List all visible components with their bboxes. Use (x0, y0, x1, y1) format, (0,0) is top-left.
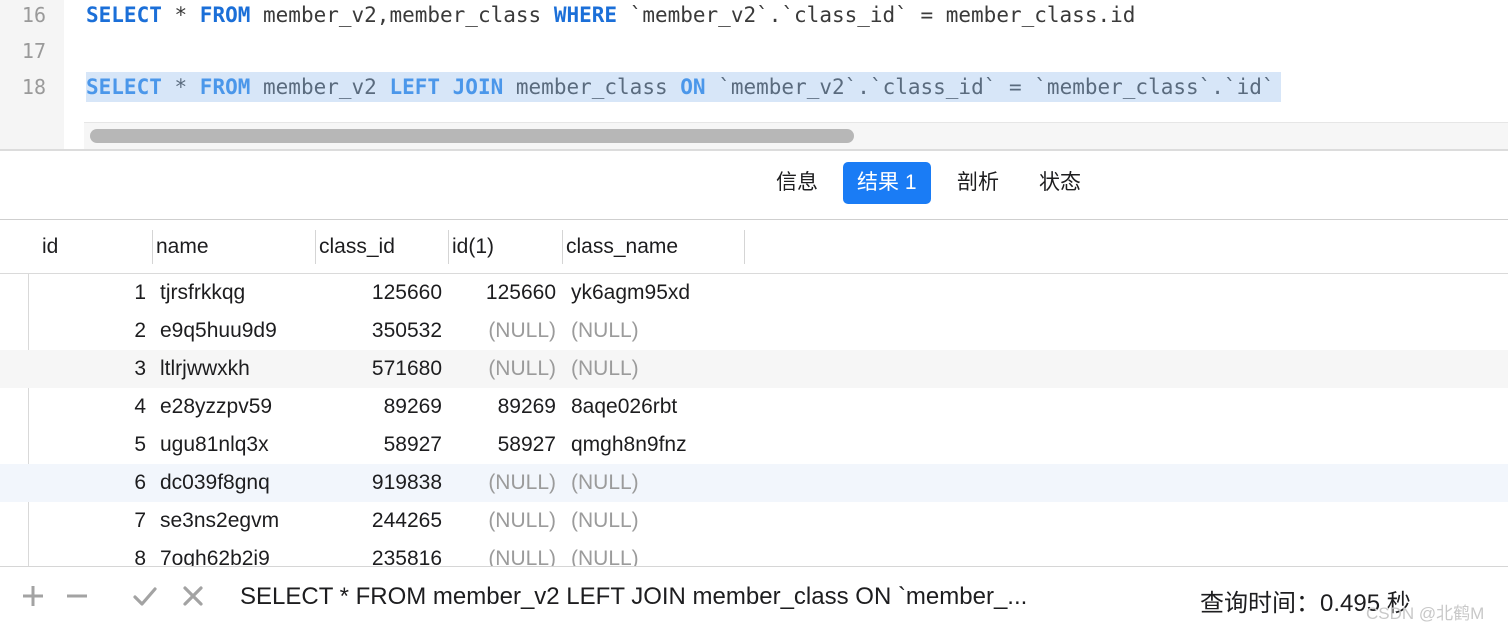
code-line[interactable]: 16 SELECT * FROM member_v2,member_class W… (0, 0, 1508, 36)
cell-id[interactable]: 1 (30, 274, 146, 312)
cell-class-name[interactable]: (NULL) (571, 540, 741, 566)
cell-name[interactable]: 7ogh62b2i9 (160, 540, 310, 566)
cell-id[interactable]: 6 (30, 464, 146, 502)
table-row[interactable]: 6 dc039f8gnq 919838 (NULL) (NULL) (0, 464, 1508, 502)
cell-id1[interactable]: (NULL) (450, 502, 556, 540)
sql-editor[interactable]: 16 SELECT * FROM member_v2,member_class W… (0, 0, 1508, 151)
sql-text: member_v2,member_class (250, 3, 554, 27)
cell-class-id[interactable]: 58927 (318, 426, 442, 464)
sql-keyword: SELECT (86, 75, 162, 99)
sql-keyword: FROM (199, 75, 251, 99)
tab-profile[interactable]: 剖析 (943, 162, 1013, 204)
plus-icon[interactable] (20, 583, 46, 609)
tab-status[interactable]: 状态 (1025, 162, 1095, 204)
result-grid[interactable]: id name class_id id(1) class_name 1 tjrsf… (0, 220, 1508, 566)
cell-class-name[interactable]: 8aqe026rbt (571, 388, 741, 426)
cell-id1[interactable]: 58927 (450, 426, 556, 464)
table-row[interactable]: 8 7ogh62b2i9 235816 (NULL) (NULL) (0, 540, 1508, 566)
column-header-class-name[interactable]: class_name (562, 220, 678, 273)
horizontal-scrollbar-thumb[interactable] (90, 129, 854, 143)
cell-id1[interactable]: (NULL) (450, 464, 556, 502)
cell-class-id[interactable]: 919838 (318, 464, 442, 502)
cell-class-id[interactable]: 244265 (318, 502, 442, 540)
sql-text: * (161, 75, 200, 99)
cell-name[interactable]: ugu81nlq3x (160, 426, 310, 464)
tab-result-1[interactable]: 结果 1 (843, 162, 931, 204)
column-header-id[interactable]: id (38, 220, 58, 273)
sql-keyword: WHERE (553, 3, 618, 27)
sql-text: member_class (503, 75, 681, 99)
cell-id[interactable]: 2 (30, 312, 146, 350)
cell-class-name[interactable]: yk6agm95xd (571, 274, 741, 312)
cell-id1[interactable]: 89269 (450, 388, 556, 426)
cell-class-name[interactable]: qmgh8n9fnz (571, 426, 741, 464)
cell-name[interactable]: tjrsfrkkqg (160, 274, 310, 312)
sql-keyword: FROM (199, 3, 251, 27)
cell-class-id[interactable]: 235816 (318, 540, 442, 566)
table-row[interactable]: 4 e28yzzpv59 89269 89269 8aqe026rbt (0, 388, 1508, 426)
selected-sql-statement[interactable]: SELECT * FROM member_v2 LEFT JOIN member… (86, 72, 1281, 102)
sql-text: member_v2 (250, 75, 390, 99)
cell-class-name[interactable]: (NULL) (571, 312, 741, 350)
column-separator[interactable] (744, 230, 745, 264)
cell-name[interactable]: dc039f8gnq (160, 464, 310, 502)
tab-info[interactable]: 信息 (762, 162, 832, 204)
check-icon[interactable] (132, 583, 158, 609)
cell-class-name[interactable]: (NULL) (571, 464, 741, 502)
sql-text: * (161, 3, 200, 27)
cell-class-id[interactable]: 89269 (318, 388, 442, 426)
table-row[interactable]: 2 e9q5huu9d9 350532 (NULL) (NULL) (0, 312, 1508, 350)
sql-keyword: ON (680, 75, 706, 99)
status-bar: SELECT * FROM member_v2 LEFT JOIN member… (0, 566, 1508, 629)
cell-name[interactable]: se3ns2egvm (160, 502, 310, 540)
result-tabs: 信息 结果 1 剖析 状态 (0, 151, 1508, 220)
cell-class-id[interactable]: 125660 (318, 274, 442, 312)
cell-id[interactable]: 5 (30, 426, 146, 464)
watermark: CSDN @北鹤M (1366, 604, 1485, 623)
table-row[interactable]: 1 tjrsfrkkqg 125660 125660 yk6agm95xd (0, 274, 1508, 312)
code-line[interactable]: 17 (0, 36, 1508, 72)
column-header-id-1[interactable]: id(1) (448, 220, 494, 273)
line-number: 16 (21, 3, 46, 27)
cell-id1[interactable]: (NULL) (450, 350, 556, 388)
line-number: 17 (21, 39, 46, 63)
cell-id[interactable]: 3 (30, 350, 146, 388)
table-row[interactable]: 7 se3ns2egvm 244265 (NULL) (NULL) (0, 502, 1508, 540)
column-header-class-id[interactable]: class_id (315, 220, 395, 273)
cell-name[interactable]: ltlrjwwxkh (160, 350, 310, 388)
cell-class-name[interactable]: (NULL) (571, 502, 741, 540)
cell-id1[interactable]: 125660 (450, 274, 556, 312)
cell-class-id[interactable]: 350532 (318, 312, 442, 350)
cell-name[interactable]: e28yzzpv59 (160, 388, 310, 426)
table-row[interactable]: 5 ugu81nlq3x 58927 58927 qmgh8n9fnz (0, 426, 1508, 464)
cell-id[interactable]: 8 (30, 540, 146, 566)
sql-text: `member_v2`.`class_id` = member_class.id (617, 3, 1136, 27)
minus-icon[interactable] (64, 583, 90, 609)
code-line[interactable]: 18 SELECT * FROM member_v2 LEFT JOIN memb… (0, 72, 1508, 108)
cell-class-id[interactable]: 571680 (318, 350, 442, 388)
grid-header: id name class_id id(1) class_name (0, 220, 1508, 274)
column-header-name[interactable]: name (152, 220, 209, 273)
cell-id[interactable]: 4 (30, 388, 146, 426)
cell-id[interactable]: 7 (30, 502, 146, 540)
horizontal-scrollbar-track[interactable] (84, 122, 1508, 149)
close-icon[interactable] (180, 583, 206, 609)
sql-keyword: LEFT JOIN (389, 75, 504, 99)
sql-text: `member_v2`.`class_id` = `member_class`.… (705, 75, 1275, 99)
current-sql-text: SELECT * FROM member_v2 LEFT JOIN member… (240, 583, 1028, 610)
sql-statement[interactable]: SELECT * FROM member_v2,member_class WHE… (86, 0, 1135, 30)
sql-keyword: SELECT (86, 3, 162, 27)
line-number: 18 (21, 75, 46, 99)
table-row[interactable]: 3 ltlrjwwxkh 571680 (NULL) (NULL) (0, 350, 1508, 388)
cell-id1[interactable]: (NULL) (450, 540, 556, 566)
cell-class-name[interactable]: (NULL) (571, 350, 741, 388)
cell-name[interactable]: e9q5huu9d9 (160, 312, 310, 350)
cell-id1[interactable]: (NULL) (450, 312, 556, 350)
